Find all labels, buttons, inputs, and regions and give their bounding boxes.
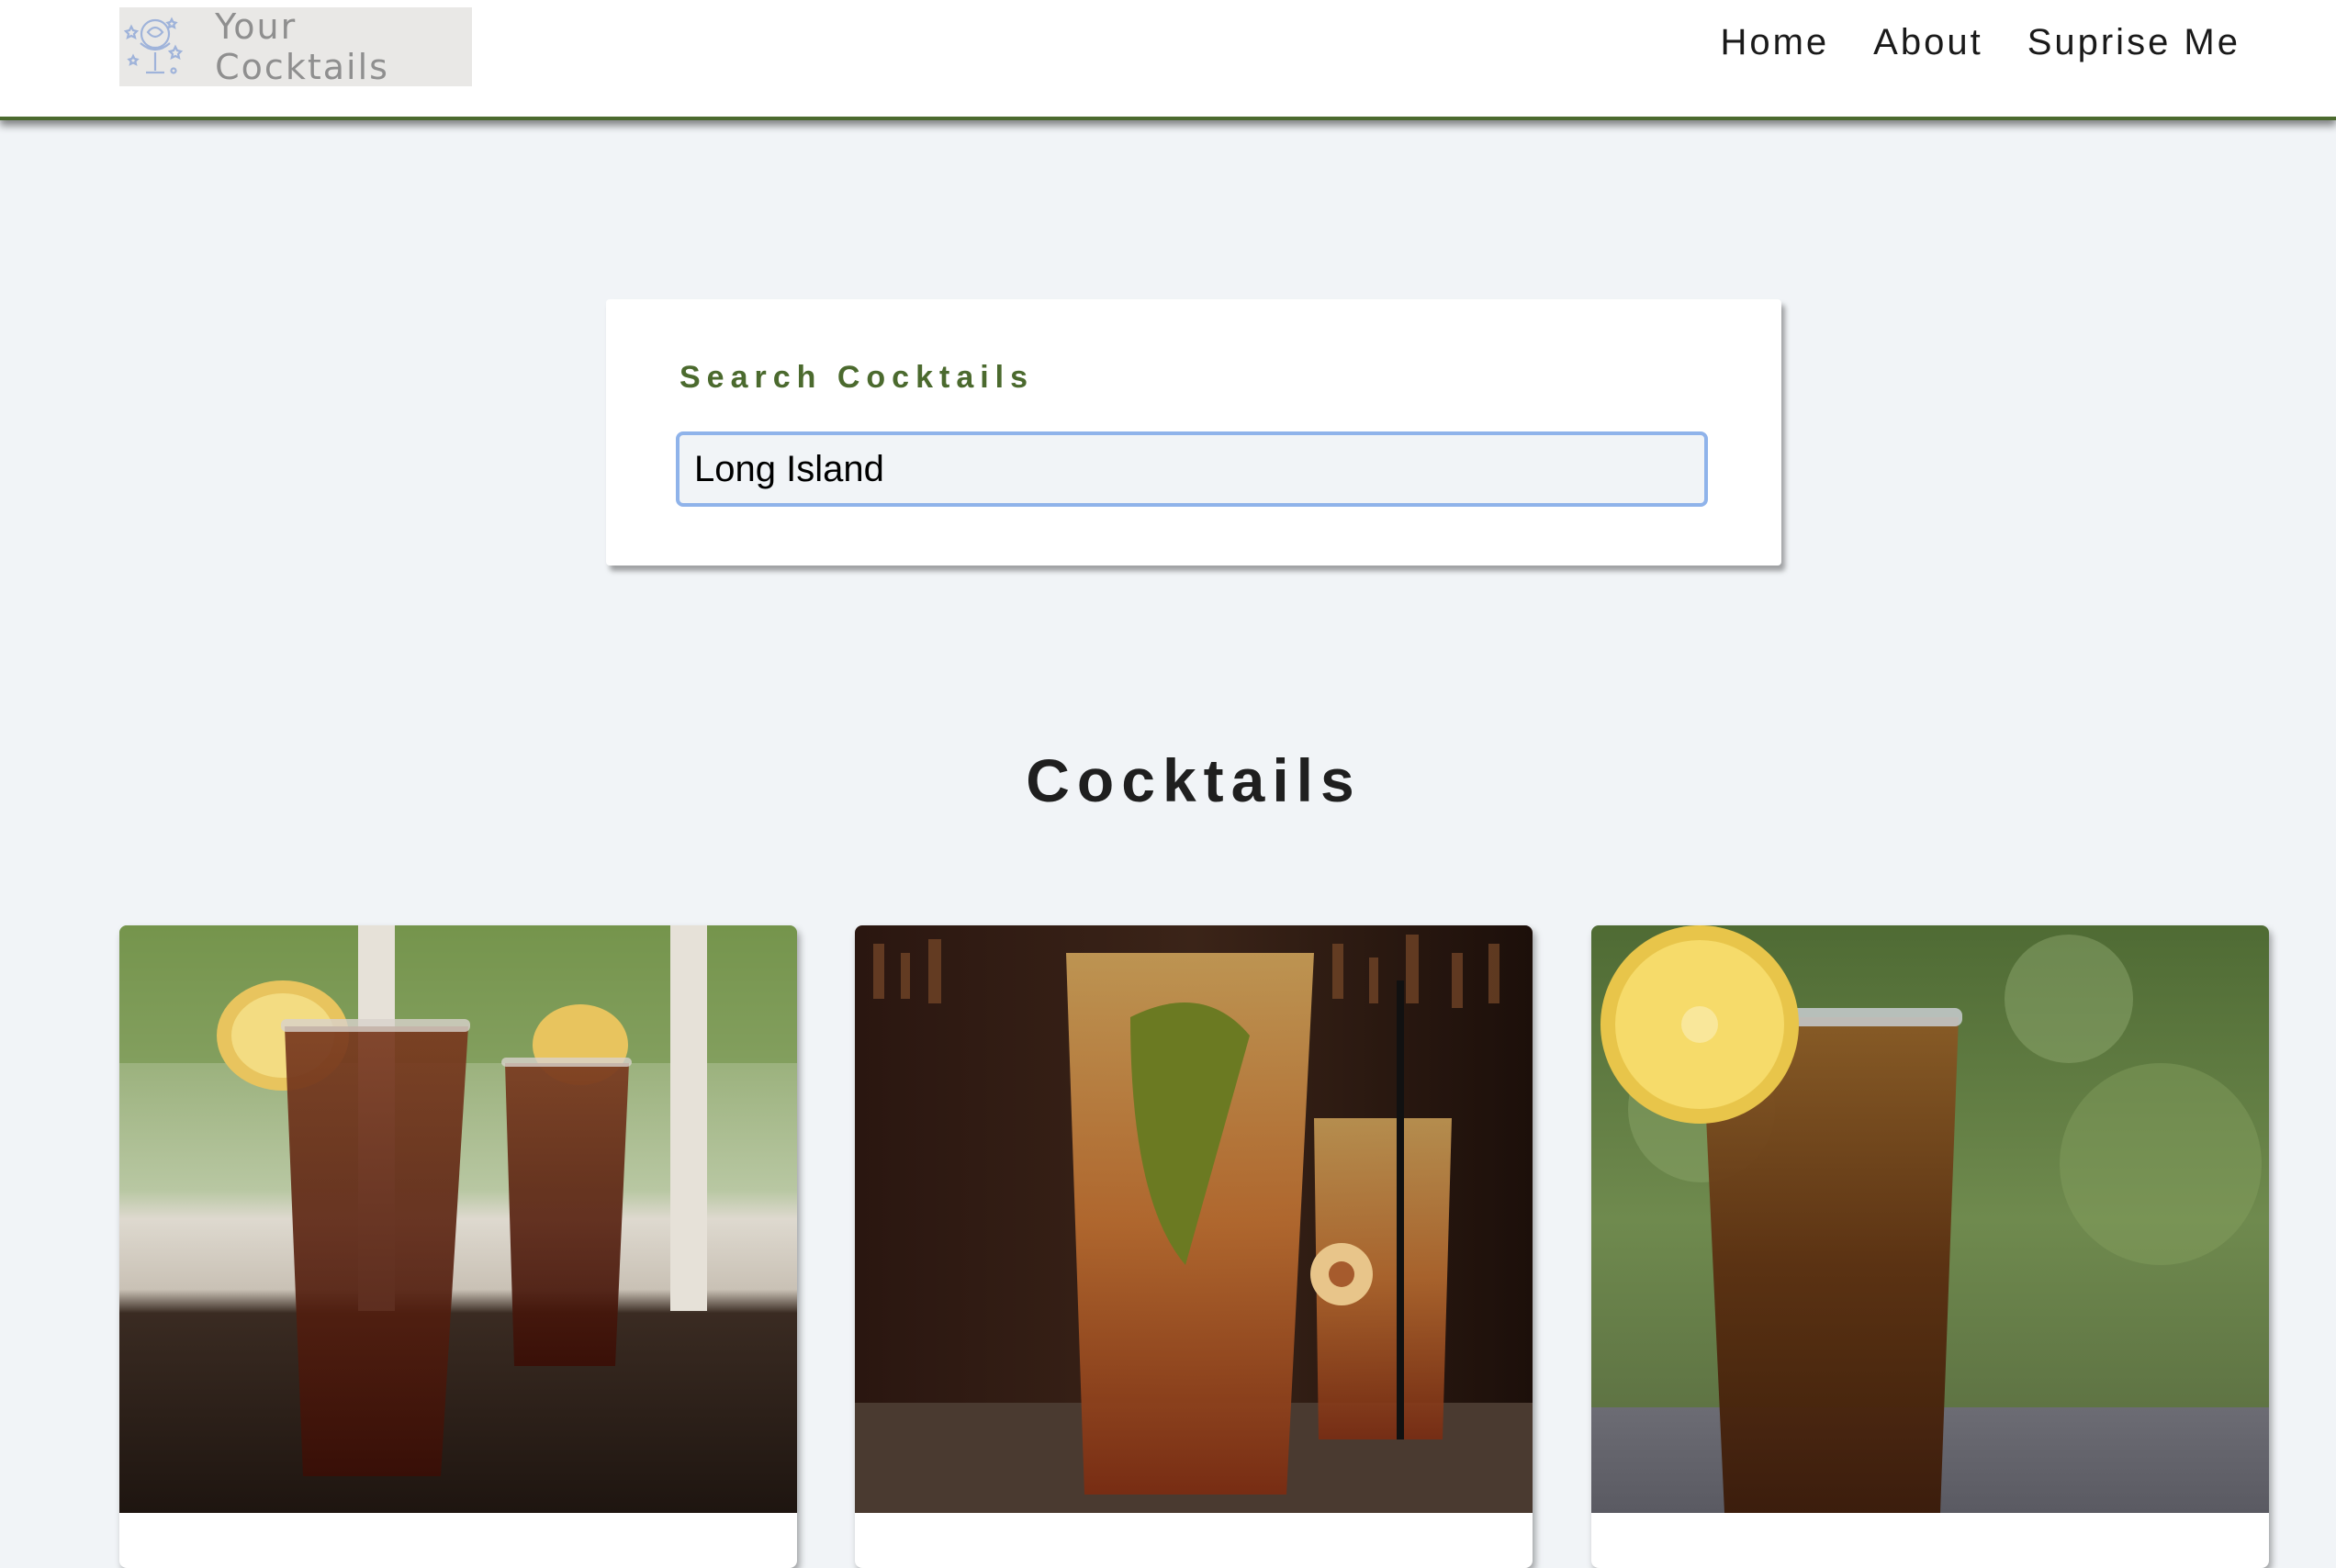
nav-link-surprise-me[interactable]: Suprise Me — [2027, 22, 2241, 63]
navbar: Your Cocktails Home About Suprise Me — [0, 0, 2336, 120]
section-title: Cocktails — [1026, 746, 1362, 814]
logo[interactable]: Your Cocktails — [119, 6, 472, 87]
cocktail-image — [119, 925, 797, 1513]
cocktail-image — [855, 925, 1533, 1513]
nav-link-home[interactable]: Home — [1720, 22, 1829, 63]
cocktail-card[interactable] — [119, 925, 797, 1568]
cocktail-glass-icon — [119, 7, 195, 86]
search-label: Search Cocktails — [679, 360, 1035, 395]
cocktail-card[interactable] — [855, 925, 1533, 1568]
nav-menu: Home About Suprise Me — [1720, 22, 2241, 63]
search-input[interactable] — [676, 431, 1708, 507]
cocktail-card[interactable] — [1591, 925, 2269, 1568]
search-form: Search Cocktails — [606, 299, 1781, 566]
cocktail-image — [1591, 925, 2269, 1513]
logo-text: Your Cocktails — [215, 6, 389, 87]
nav-link-about[interactable]: About — [1873, 22, 1983, 63]
